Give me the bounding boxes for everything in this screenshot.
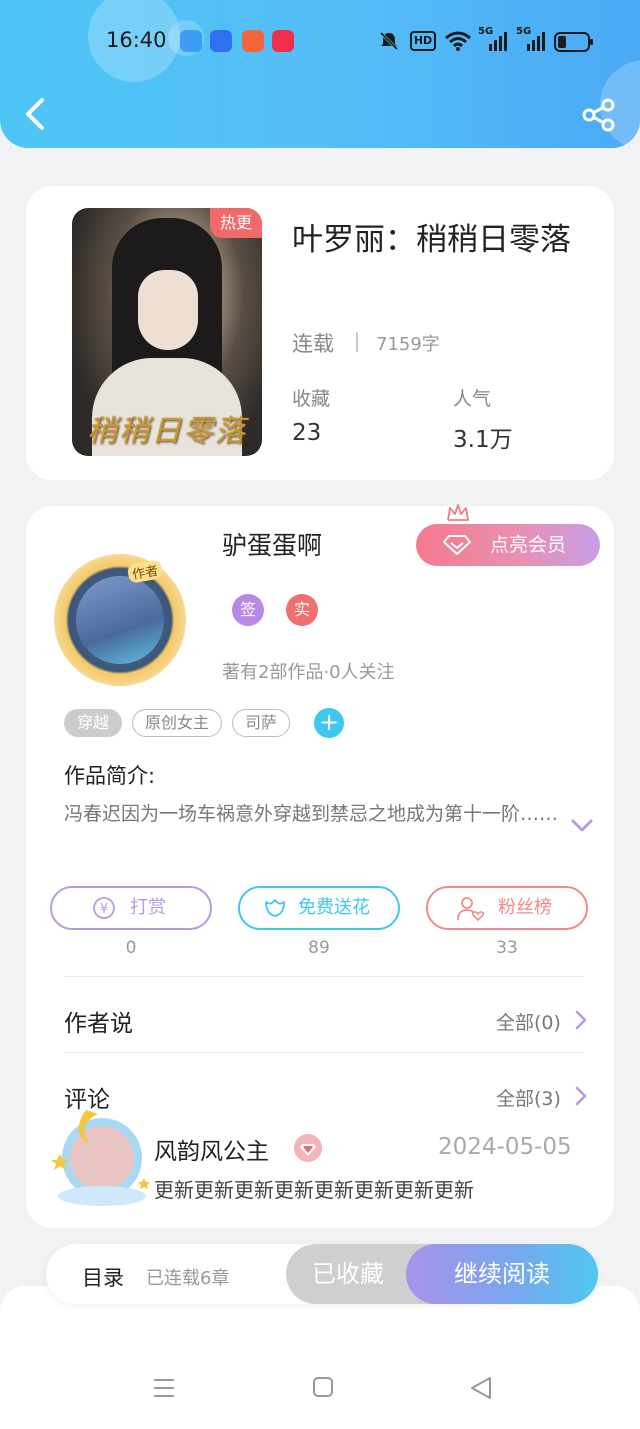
app-notification-icon <box>210 30 232 52</box>
reward-button[interactable]: ¥ 打赏 <box>50 886 212 930</box>
author-avatar[interactable]: 作者 <box>54 554 186 686</box>
back-icon[interactable] <box>470 1376 492 1400</box>
fan-count: 33 <box>496 938 518 958</box>
flower-count: 89 <box>308 938 330 958</box>
author-avatar-tag: 作者 <box>126 559 164 584</box>
book-title: 叶罗丽：稍稍日零落 <box>292 222 571 258</box>
continue-reading-button[interactable]: 继续阅读 <box>406 1244 598 1304</box>
commenter-avatar[interactable] <box>46 1102 156 1212</box>
mute-icon <box>379 31 399 51</box>
home-icon[interactable] <box>312 1376 334 1398</box>
menu-icon[interactable] <box>152 1376 176 1400</box>
app-notification-icon <box>180 30 202 52</box>
yuan-icon: ¥ <box>93 897 115 919</box>
divider <box>64 1052 584 1053</box>
commenter-name[interactable]: 风韵风公主 <box>154 1132 269 1166</box>
expand-chevron-icon[interactable] <box>570 818 594 834</box>
signal-icon <box>489 32 507 51</box>
add-tag-button[interactable]: + <box>314 708 345 738</box>
book-status: 连载 <box>292 332 334 356</box>
comment-text: 更新更新更新更新更新更新更新更新 <box>154 1178 474 1202</box>
battery-icon <box>554 32 593 52</box>
header: 16:40 HD 5G 5G <box>0 0 640 148</box>
send-flower-label: 免费送花 <box>298 897 370 918</box>
favorites-value: 23 <box>292 420 322 446</box>
send-flower-button[interactable]: 免费送花 <box>238 886 400 930</box>
favorites-label: 收藏 <box>292 388 331 410</box>
hd-icon: HD <box>410 31 436 51</box>
diamond-icon <box>443 535 471 555</box>
crown-icon <box>447 504 469 521</box>
flower-icon <box>265 899 285 917</box>
signal-icon <box>527 32 545 51</box>
tag-chip[interactable]: 穿越 <box>64 709 123 737</box>
popularity-label: 人气 <box>453 388 492 410</box>
toc-button[interactable]: 目录 <box>82 1262 124 1292</box>
author-card: 作者 驴蛋蛋啊 点亮会员 签 实 著有2部作品·0人关注 穿越 原创女主 司萨 … <box>26 504 614 1228</box>
vip-button-label: 点亮会员 <box>490 534 567 556</box>
hot-update-badge: 热更 <box>210 208 262 238</box>
chapter-count: 已连载6章 <box>146 1268 230 1289</box>
status-time: 16:40 <box>106 28 167 52</box>
fan-user-icon <box>457 897 485 922</box>
chevron-right-icon[interactable] <box>574 1009 588 1031</box>
author-says-all-link[interactable]: 全部(0) <box>496 1008 561 1035</box>
vip-heart-icon <box>294 1134 322 1162</box>
back-button[interactable] <box>20 96 50 132</box>
reward-label: 打赏 <box>130 897 166 918</box>
author-meta: 著有2部作品·0人关注 <box>222 662 395 683</box>
system-nav-bar <box>0 1286 640 1429</box>
author-name[interactable]: 驴蛋蛋啊 <box>222 526 322 562</box>
fan-ranking-button[interactable]: 粉丝榜 <box>426 886 588 930</box>
vip-button[interactable]: 点亮会员 <box>416 524 600 566</box>
tags-row: 穿越 原创女主 司萨 + <box>64 708 345 738</box>
tag-chip[interactable]: 司萨 <box>232 709 291 737</box>
divider <box>64 976 584 977</box>
intro-heading: 作品简介: <box>64 764 156 788</box>
tag-chip[interactable]: 原创女主 <box>132 709 223 737</box>
app-notification-icon <box>242 30 264 52</box>
popularity-value: 3.1万 <box>453 427 513 453</box>
share-button[interactable] <box>582 98 616 132</box>
wifi-icon <box>445 31 471 51</box>
book-cover[interactable]: 稍稍日零落 <box>72 208 262 456</box>
divider <box>356 332 358 352</box>
verified-badge: 实 <box>286 594 318 626</box>
intro-text: 冯春迟因为一场车祸意外穿越到禁忌之地成为第十一阶…… <box>64 803 559 825</box>
signed-badge: 签 <box>232 594 264 626</box>
comments-all-link[interactable]: 全部(3) <box>496 1084 561 1111</box>
status-bar: 16:40 HD 5G 5G <box>0 0 640 82</box>
reward-count: 0 <box>125 938 137 958</box>
chevron-right-icon[interactable] <box>574 1085 588 1107</box>
svg-text:¥: ¥ <box>100 902 108 917</box>
cover-title: 稍稍日零落 <box>87 414 247 449</box>
book-info-card: 稍稍日零落 热更 叶罗丽：稍稍日零落 连载 7159字 收藏 23 人气 3.1… <box>26 186 614 480</box>
comment-date: 2024-05-05 <box>438 1134 572 1160</box>
fan-ranking-label: 粉丝榜 <box>498 897 552 918</box>
app-notification-icon <box>272 30 294 52</box>
author-says-title: 作者说 <box>64 1011 133 1037</box>
word-count: 7159字 <box>376 334 440 355</box>
bottom-action-bar: 目录 已连载6章 已收藏 继续阅读 <box>46 1244 598 1304</box>
